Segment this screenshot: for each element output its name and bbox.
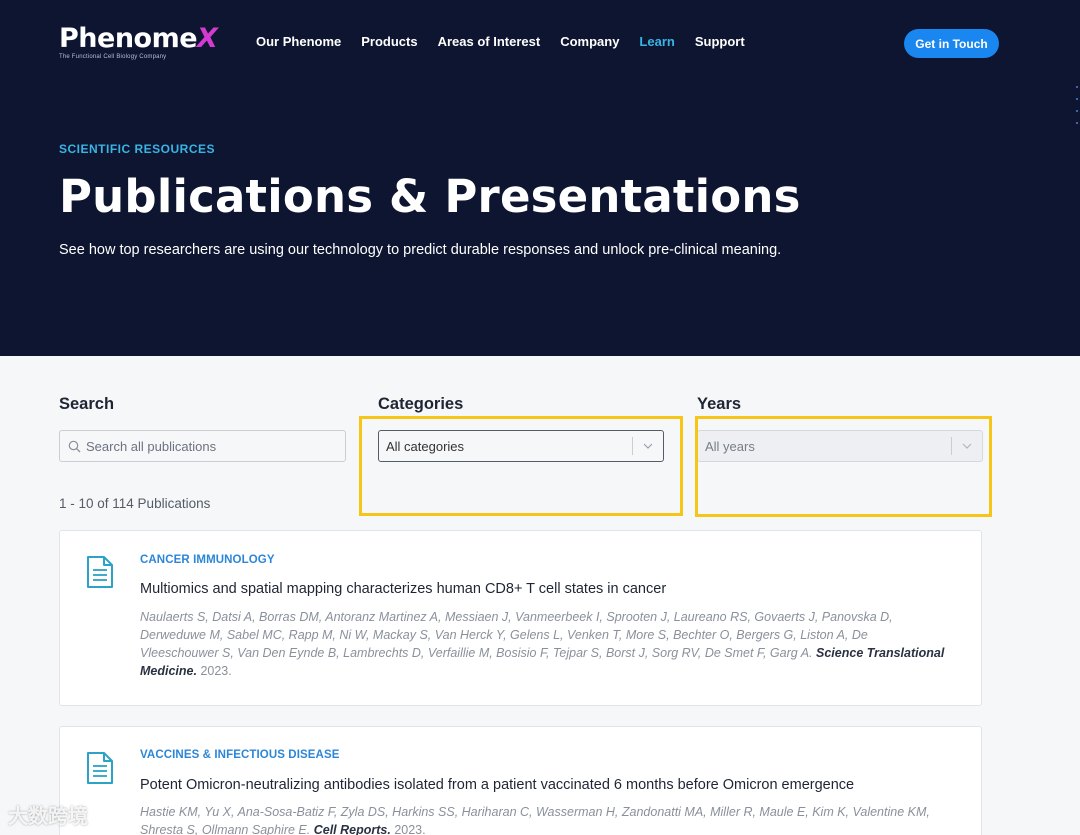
logo-tagline: The Functional Cell Biology Company [59, 54, 167, 60]
page-title: Publications & Presentations [59, 170, 801, 223]
search-field[interactable] [59, 430, 346, 462]
nav-item-company[interactable]: Company [560, 34, 619, 49]
publication-title[interactable]: Potent Omicron-neutralizing antibodies i… [140, 777, 854, 793]
years-label: Years [697, 395, 742, 413]
publication-year: 2023. [394, 823, 426, 835]
watermark: 大数跨境 [8, 806, 88, 828]
results-count: 1 - 10 of 114 Publications [59, 496, 211, 511]
logo-wordmark: PhenomeX [59, 23, 218, 54]
get-in-touch-button[interactable]: Get in Touch [904, 29, 999, 58]
decorative-dots [1074, 86, 1080, 126]
nav-item-areas-of-interest[interactable]: Areas of Interest [438, 34, 541, 49]
main-nav: Our Phenome Products Areas of Interest C… [256, 34, 765, 49]
search-input[interactable] [86, 438, 326, 454]
publication-category[interactable]: CANCER IMMUNOLOGY [140, 554, 275, 566]
logo[interactable]: PhenomeX The Functional Cell Biology Com… [59, 23, 218, 61]
authors-text: Hastie KM, Yu X, Ana-Sosa-Batiz F, Zyla … [140, 805, 930, 835]
publication-card[interactable]: CANCER IMMUNOLOGY Multiomics and spatial… [59, 530, 982, 706]
nav-item-support[interactable]: Support [695, 34, 745, 49]
nav-item-products[interactable]: Products [361, 34, 417, 49]
highlight-box-years [695, 416, 992, 517]
search-label: Search [59, 395, 115, 413]
document-icon [86, 555, 114, 594]
publication-title[interactable]: Multiomics and spatial mapping character… [140, 581, 666, 597]
publication-card[interactable]: VACCINES & INFECTIOUS DISEASE Potent Omi… [59, 726, 982, 835]
nav-item-learn[interactable]: Learn [639, 34, 674, 49]
document-icon [86, 751, 114, 790]
authors-text: Naulaerts S, Datsi A, Borras DM, Antoran… [140, 610, 893, 660]
hero-subtitle: See how top researchers are using our te… [59, 242, 782, 258]
highlight-box-categories [359, 416, 683, 516]
categories-label: Categories [378, 395, 464, 413]
publication-authors: Naulaerts S, Datsi A, Borras DM, Antoran… [140, 608, 948, 680]
nav-item-our-phenome[interactable]: Our Phenome [256, 34, 341, 49]
journal-name: Cell Reports. [313, 823, 391, 835]
publication-category[interactable]: VACCINES & INFECTIOUS DISEASE [140, 749, 340, 761]
publication-authors: Hastie KM, Yu X, Ana-Sosa-Batiz F, Zyla … [140, 803, 948, 835]
search-icon [68, 440, 81, 453]
hero-eyebrow: SCIENTIFIC RESOURCES [59, 142, 216, 156]
publication-year: 2023. [200, 664, 232, 678]
hero-section: PhenomeX The Functional Cell Biology Com… [0, 0, 1080, 356]
